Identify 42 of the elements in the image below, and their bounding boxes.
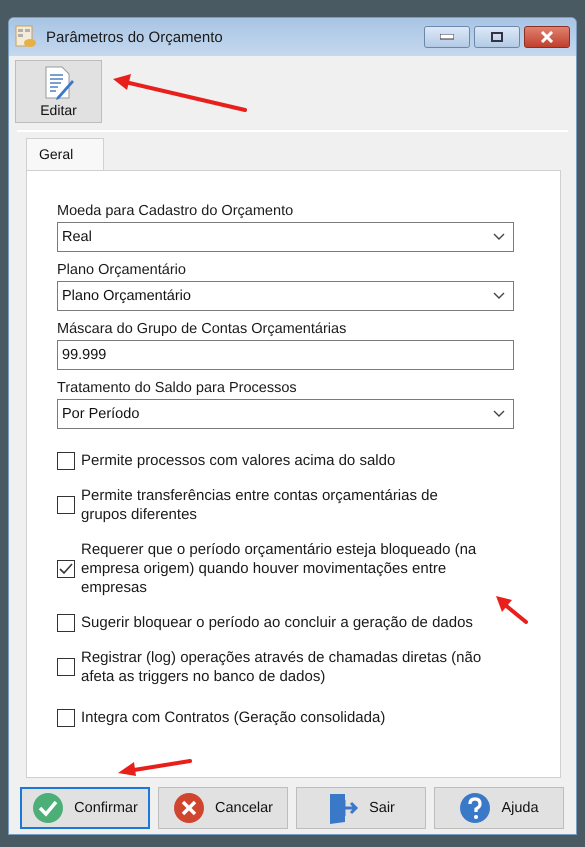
checkbox-label: Requerer que o período orçamentário esteja bloqueado (na empresa origem) quando houver movimentações entre empresas [81, 540, 478, 597]
checkbox[interactable] [57, 708, 75, 726]
tab[interactable]: Geral [26, 138, 104, 170]
checkbox[interactable] [57, 614, 75, 632]
checkbox-label: Registrar (log) operações através de chamadas diretas (não afeta as triggers no banco de dados) [81, 648, 482, 686]
field-label: Máscara do Grupo de Contas Orçamentárias [57, 321, 348, 337]
dropdown[interactable]: Real [57, 222, 514, 252]
field-label: Tratamento do Saldo para Processos [57, 380, 298, 396]
app-icon [15, 25, 37, 49]
checkbox-label: Permite processos com valores acima do saldo [81, 451, 396, 470]
checkbox[interactable] [57, 452, 75, 470]
input-field[interactable]: 99.999 [57, 340, 514, 370]
chevron-down-icon [493, 233, 505, 241]
checkbox[interactable] [57, 496, 75, 514]
checkbox-label: Permite transferências entre contas orçamentárias de grupos diferentes [81, 486, 439, 524]
minimize-button[interactable] [424, 26, 470, 48]
dropdown[interactable]: Por Período [57, 399, 514, 429]
checkbox[interactable] [57, 658, 75, 676]
field-label: Moeda para Cadastro do Orçamento [57, 203, 294, 219]
close-icon [540, 31, 554, 43]
cancel-circle-icon [172, 792, 205, 824]
field-label: Plano Orçamentário [57, 262, 187, 278]
cancel-button[interactable]: Cancelar [158, 787, 288, 829]
window-title: Parâmetros do Orçamento [46, 28, 224, 46]
checkbox-label: Sugerir bloquear o período ao concluir a geração de dados [81, 613, 474, 632]
dropdown[interactable]: Plano Orçamentário [57, 281, 514, 311]
help-icon [459, 792, 492, 824]
chevron-down-icon [493, 410, 505, 418]
checkbox[interactable] [57, 560, 75, 578]
minimize-icon [440, 34, 454, 40]
checkbox-label: Integra com Contratos (Geração consolidada) [81, 708, 386, 727]
close-button[interactable] [524, 26, 570, 48]
document-pencil-icon [42, 66, 74, 100]
maximize-button[interactable] [474, 26, 520, 48]
check-circle-icon [32, 792, 64, 824]
edit-button[interactable]: Editar [15, 60, 102, 123]
door-exit-icon [327, 792, 360, 824]
confirm-button[interactable]: Confirmar [20, 787, 150, 829]
exit-button[interactable]: Sair [296, 787, 426, 829]
chevron-down-icon [493, 292, 505, 300]
help-button[interactable]: Ajuda [434, 787, 564, 829]
maximize-icon [491, 32, 503, 42]
